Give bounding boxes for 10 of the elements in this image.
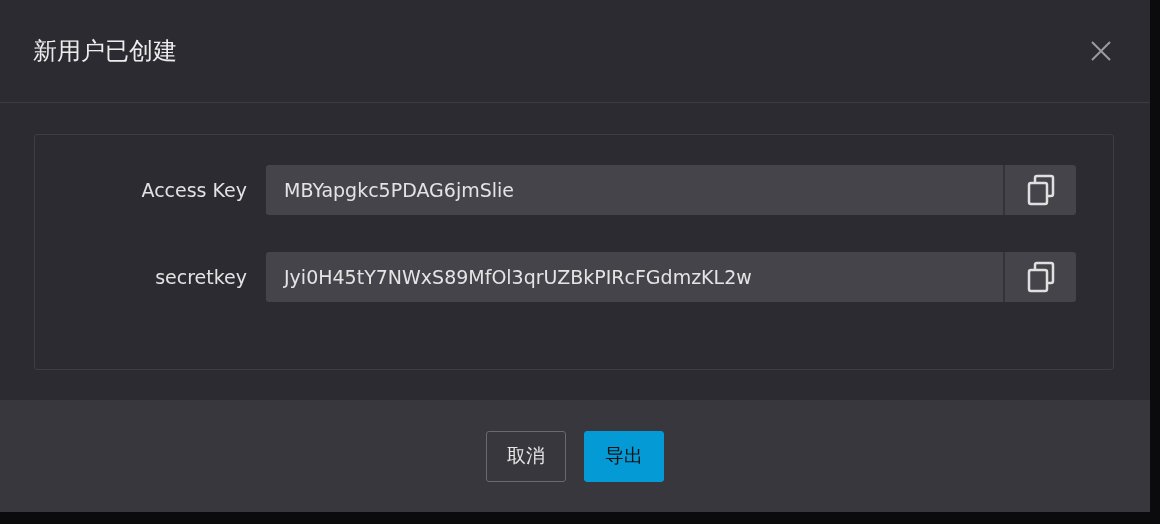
close-icon[interactable]	[1091, 41, 1111, 61]
dialog-button[interactable]: 导出	[584, 430, 664, 482]
input-field[interactable]: MBYapgkc5PDAG6jmSlie	[266, 165, 1076, 215]
dialog-button[interactable]: 取消	[486, 430, 566, 482]
dialog-title: 新用户已创建	[33, 36, 177, 67]
field-label: secretkey	[154, 266, 247, 288]
field-label: Access Key	[140, 179, 247, 201]
copy-icon	[1025, 261, 1056, 293]
copy-icon	[1025, 174, 1056, 206]
input-field[interactable]: Jyi0H45tY7NWxS89MfOl3qrUZBkPIRcFGdmzKL2w	[266, 252, 1076, 302]
